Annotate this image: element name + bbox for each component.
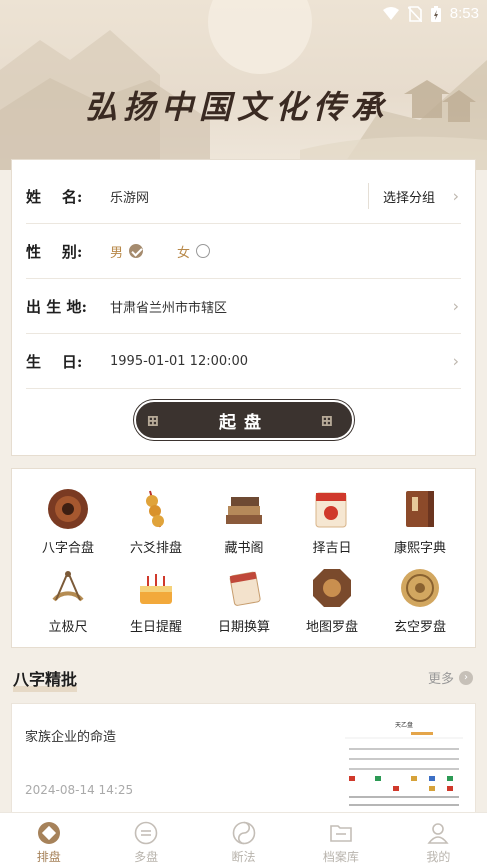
tool-label: 立极尺 [48, 620, 88, 635]
tool-liuyao[interactable]: 六爻排盘 [112, 487, 200, 556]
gender-female-label: 女 [177, 245, 191, 261]
user-icon [427, 823, 449, 844]
tool-label: 藏书阁 [224, 541, 264, 556]
yinyang-icon [232, 821, 255, 845]
no-sim-icon [407, 5, 422, 22]
chevron-right-icon: › [452, 186, 459, 206]
birthplace-field[interactable]: 甘肃省兰州市市辖区 [110, 297, 461, 316]
tab-duopan[interactable]: 多盘 [97, 813, 194, 865]
tool-liji-ruler[interactable]: 立极尺 [24, 566, 112, 635]
section-title: 八字精批 [13, 666, 78, 692]
chart-input-form: 姓 名: 乐游网 选择分组 › 性 别: 男 女 出 生 地: 甘肃省兰州市市辖… [11, 159, 476, 456]
birthday-row[interactable]: 生 日: 1995-01-01 12:00:00 › [26, 334, 461, 389]
status-bar: 8:53 [0, 0, 487, 28]
battery-icon [430, 5, 441, 22]
birthday-field[interactable]: 1995-01-01 12:00:00 [110, 354, 461, 369]
divider [368, 183, 369, 209]
tab-label: 多盘 [134, 850, 159, 864]
tool-bazi-hepan[interactable]: 八字合盘 [24, 487, 112, 556]
tools-grid: 八字合盘 六爻排盘 藏书阁 择吉日 康熙字典 立极尺 生日提醒 日期换算 地图罗… [24, 487, 464, 635]
tool-library[interactable]: 藏书阁 [200, 487, 288, 556]
compass-plate-icon [48, 489, 88, 529]
birthday-label: 生 日: [26, 352, 83, 371]
tool-map-compass[interactable]: 地图罗盘 [288, 566, 376, 635]
chevron-right-icon: › [452, 351, 459, 371]
cake-icon [140, 574, 172, 604]
tab-mine[interactable]: 我的 [390, 813, 487, 865]
duopan-icon [134, 821, 158, 845]
check-circle-icon [129, 244, 144, 258]
gender-row: 性 别: 男 女 [26, 224, 461, 279]
dictionary-icon [406, 491, 434, 527]
tool-label: 八字合盘 [41, 541, 94, 556]
paipan-icon [37, 822, 60, 844]
clock: 8:53 [449, 5, 479, 22]
sextant-icon [52, 571, 84, 602]
tool-date-convert[interactable]: 日期换算 [200, 566, 288, 635]
fret-ornament-icon: ⊞ [320, 411, 342, 430]
tool-label: 地图罗盘 [305, 620, 358, 635]
gender-male-option[interactable]: 男 [110, 242, 144, 261]
calendar-icon [315, 492, 347, 528]
wifi-icon [382, 6, 399, 20]
tool-birthday-reminder[interactable]: 生日提醒 [112, 566, 200, 635]
folder-icon [330, 825, 352, 842]
coins-string-icon [146, 490, 164, 528]
gender-male-label: 男 [110, 245, 124, 261]
bottom-tab-bar: 排盘 多盘 断法 档案库 我的 [0, 812, 487, 865]
article-thumbnail: 天乙盘 [345, 716, 463, 816]
birthplace-row[interactable]: 出 生 地: 甘肃省兰州市市辖区 › [26, 279, 461, 334]
radio-empty-icon [196, 244, 211, 258]
tool-auspicious-day[interactable]: 择吉日 [288, 487, 376, 556]
name-row: 姓 名: 乐游网 选择分组 › [26, 169, 461, 224]
start-chart-button[interactable]: ⊞ 起盘 ⊞ [134, 400, 354, 440]
more-label: 更多 [427, 672, 454, 687]
tab-paipan[interactable]: 排盘 [0, 813, 97, 865]
start-chart-label: 起盘 [219, 412, 269, 433]
tab-label: 断法 [231, 850, 256, 864]
fret-ornament-icon: ⊞ [146, 411, 168, 430]
gender-label: 性 别: [26, 242, 83, 261]
tool-label: 日期换算 [217, 620, 270, 635]
tool-kangxi-dictionary[interactable]: 康熙字典 [376, 487, 464, 556]
calendar-pages-icon [229, 571, 261, 606]
tab-archive[interactable]: 档案库 [292, 813, 389, 865]
name-label: 姓 名: [26, 187, 83, 206]
more-link[interactable]: 更多 › [428, 668, 473, 687]
tab-label: 我的 [426, 850, 451, 864]
article-card[interactable]: 家族企业的命造 2024-08-14 14:25 天乙盘 [11, 703, 476, 818]
header-banner: 8:53 弘扬中国文化传承 [0, 0, 487, 170]
tools-panel: 八字合盘 六爻排盘 藏书阁 择吉日 康熙字典 立极尺 生日提醒 日期换算 地图罗… [11, 468, 476, 648]
select-group-button[interactable]: 选择分组 [383, 187, 435, 206]
tool-xuankong-compass[interactable]: 玄空罗盘 [376, 566, 464, 635]
tab-label: 档案库 [322, 850, 359, 864]
tool-label: 择吉日 [312, 541, 352, 556]
gender-female-option[interactable]: 女 [177, 242, 211, 261]
banner-slogan: 弘扬中国文化传承 [85, 88, 390, 126]
bagua-icon [313, 569, 351, 607]
tool-label: 生日提醒 [129, 620, 182, 635]
tab-label: 排盘 [36, 850, 61, 864]
tab-duanfa[interactable]: 断法 [195, 813, 292, 865]
books-icon [226, 497, 262, 524]
tool-label: 六爻排盘 [129, 541, 182, 556]
thumb-title: 天乙盘 [395, 721, 413, 729]
chevron-right-icon: › [459, 670, 473, 685]
luopan-icon [401, 569, 439, 607]
birthplace-label: 出 生 地: [26, 297, 87, 316]
tool-label: 玄空罗盘 [393, 620, 446, 635]
chevron-right-icon: › [452, 296, 459, 316]
tool-label: 康熙字典 [393, 541, 446, 556]
article-title: 家族企业的命造 [25, 730, 117, 745]
article-date: 2024-08-14 14:25 [25, 783, 134, 797]
